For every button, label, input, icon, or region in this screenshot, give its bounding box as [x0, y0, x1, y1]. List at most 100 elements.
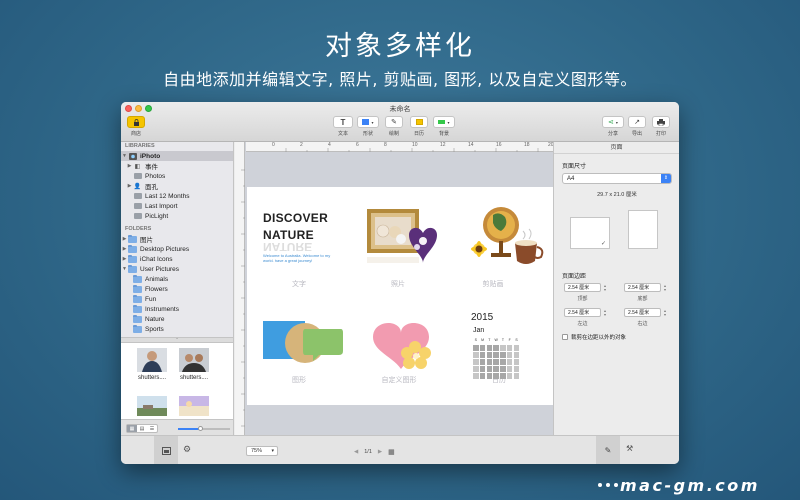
portrait-orientation-option[interactable]: [628, 210, 658, 249]
clipart-object-label: 剪贴画: [482, 281, 504, 288]
background-tool-button[interactable]: ▾ 背景: [433, 116, 455, 137]
page-view-icon[interactable]: ▦: [388, 448, 395, 456]
sidebar-item-fun[interactable]: Fun: [121, 294, 233, 304]
wrench-icon[interactable]: ⚒: [626, 444, 633, 453]
clipart-object[interactable]: [465, 201, 553, 273]
draw-tool-button[interactable]: ✎ 绘制: [385, 116, 403, 137]
landscape-orientation-option[interactable]: ✓: [570, 217, 610, 249]
stepper-arrows-icon[interactable]: ▴ ▾: [664, 309, 666, 317]
sidebar-footer: ▦ ▤ ☰: [121, 419, 233, 435]
sidebar-item-events[interactable]: ▶ ◧ 事件: [121, 161, 233, 171]
discover-subtext[interactable]: Welcome to Australia. Welcome to my worl…: [263, 253, 333, 263]
sidebar-item-faces[interactable]: ▶ 👤 面孔: [121, 181, 233, 191]
folder-icon: [128, 244, 137, 253]
store-label: 商店: [130, 131, 141, 137]
view-mode-segmented[interactable]: ▦ ▤ ☰: [126, 424, 158, 433]
next-page-icon[interactable]: ▶: [378, 449, 382, 455]
sidebar-item-desktop-pictures[interactable]: ▶ Desktop Pictures: [121, 244, 233, 254]
sidebar-item-label: Animals: [145, 275, 169, 283]
calendar-tool-button[interactable]: 日历: [410, 116, 428, 137]
ruler-label: 8: [384, 142, 387, 148]
page-size-select[interactable]: A4 ⇕: [562, 173, 672, 184]
list-view-icon[interactable]: ▤: [137, 425, 147, 432]
custom-shape-object[interactable]: [367, 315, 437, 373]
stepper-arrows-icon[interactable]: ▴ ▾: [604, 284, 606, 292]
shape-object[interactable]: [261, 315, 343, 371]
margin-left-caption: 左边: [577, 321, 588, 327]
thumbnail-image: [179, 348, 209, 372]
share-button[interactable]: ⋖ ▾ 分享: [602, 116, 624, 137]
disclosure-closed-icon[interactable]: ▶: [126, 163, 133, 169]
stepper-arrows-icon[interactable]: ▴ ▾: [604, 309, 606, 317]
zoom-select[interactable]: 75% ▾: [246, 446, 278, 456]
checkbox-box[interactable]: [562, 334, 568, 340]
tab-page[interactable]: 页面: [554, 142, 679, 154]
margin-right-stepper[interactable]: 2.54 厘米 ▴ ▾: [624, 308, 666, 317]
stepper-arrows-icon[interactable]: ▴ ▾: [664, 284, 666, 292]
library-toggle-button[interactable]: [154, 436, 178, 464]
sidebar-item-iphoto[interactable]: ▼ iPhoto: [121, 151, 233, 161]
thumbnail-item[interactable]: shutters....: [137, 348, 167, 381]
thumbnail-item[interactable]: [179, 394, 209, 418]
previous-page-icon[interactable]: ◀: [354, 449, 358, 455]
horizontal-ruler: 0 2 4 6 8 10 12 14 16 18 20: [246, 142, 554, 152]
export-icon: ↗: [628, 116, 646, 128]
disclosure-closed-icon[interactable]: ▶: [121, 256, 128, 262]
margin-bottom-stepper[interactable]: 2.54 厘米 ▴ ▾: [624, 283, 666, 292]
disclosure-closed-icon[interactable]: ▶: [121, 246, 128, 252]
sidebar-item-last-import[interactable]: Last Import: [121, 201, 233, 211]
page-margins-label: 页面边距: [562, 274, 587, 280]
sidebar-item-animals[interactable]: Animals: [121, 274, 233, 284]
photo-library-icon: [161, 446, 171, 455]
text-icon: T: [333, 116, 353, 128]
framed-photo-object[interactable]: [363, 205, 445, 273]
text-tool-label: 文本: [337, 131, 348, 137]
chevron-updown-icon: ⇕: [661, 174, 671, 183]
margin-left-stepper[interactable]: 2.54 厘米 ▴ ▾: [564, 308, 606, 317]
sidebar-item-ichat-icons[interactable]: ▶ iChat Icons: [121, 254, 233, 264]
brush-button[interactable]: ✎: [596, 436, 620, 464]
disclosure-open-icon[interactable]: ▼: [121, 153, 128, 159]
sidebar-item-photos[interactable]: Photos: [121, 171, 233, 181]
calendar-week-row: [473, 345, 520, 351]
page-navigator: ◀ 1/1 ▶ ▦: [354, 448, 395, 456]
gear-icon[interactable]: ⚙: [183, 444, 191, 455]
margin-right-caption: 右边: [637, 321, 648, 327]
calendar-month[interactable]: Jan: [473, 327, 484, 334]
grid-view-icon[interactable]: ▦: [127, 425, 137, 432]
sidebar-item-sports[interactable]: Sports: [121, 324, 233, 334]
sidebar-item-flowers[interactable]: Flowers: [121, 284, 233, 294]
print-button[interactable]: 打印: [652, 116, 670, 137]
weekday-label: W: [494, 338, 498, 342]
sidebar-item-nature[interactable]: Nature: [121, 314, 233, 324]
discover-text-line2[interactable]: NATURE: [263, 228, 314, 242]
shape-tool-button[interactable]: ▾ 形状: [357, 116, 379, 137]
thumbnail-item[interactable]: shutters....: [179, 348, 209, 381]
crop-outside-margins-checkbox[interactable]: 裁剪在边距以外的对象: [562, 333, 626, 341]
calendar-weekday-row: S M T W T F S: [473, 338, 519, 344]
sidebar-item-pictures[interactable]: ▶ 图片: [121, 234, 233, 244]
calendar-icon: [410, 116, 428, 128]
document-page[interactable]: DISCOVER NATURE NATURE Welcome to Austra…: [247, 187, 553, 405]
sidebar-item-label: 图片: [140, 237, 153, 244]
export-button[interactable]: ↗ 导出: [628, 116, 646, 137]
discover-text-line1[interactable]: DISCOVER: [263, 211, 328, 225]
disclosure-closed-icon[interactable]: ▶: [126, 183, 133, 189]
margin-top-stepper[interactable]: 2.54 厘米 ▴ ▾: [564, 283, 606, 292]
calendar-week-row: [473, 366, 520, 372]
sidebar-item-instruments[interactable]: Instruments: [121, 304, 233, 314]
detail-view-icon[interactable]: ☰: [147, 425, 157, 432]
thumbnail-item[interactable]: [137, 394, 167, 418]
calendar-year[interactable]: 2015: [471, 312, 493, 323]
ruler-label: 18: [524, 142, 530, 148]
slider-knob[interactable]: [198, 426, 203, 431]
disclosure-open-icon[interactable]: ▼: [121, 266, 128, 272]
disclosure-closed-icon[interactable]: ▶: [121, 236, 128, 242]
paint-bucket-icon: ▾: [433, 116, 455, 128]
sidebar-item-last-12-months[interactable]: Last 12 Months: [121, 191, 233, 201]
sidebar-item-piclight[interactable]: PicLight: [121, 211, 233, 221]
thumbnail-size-slider[interactable]: [178, 426, 230, 431]
text-tool-button[interactable]: T 文本: [333, 116, 353, 137]
sidebar-item-user-pictures[interactable]: ▼ User Pictures: [121, 264, 233, 274]
store-button[interactable]: 商店: [127, 116, 145, 137]
